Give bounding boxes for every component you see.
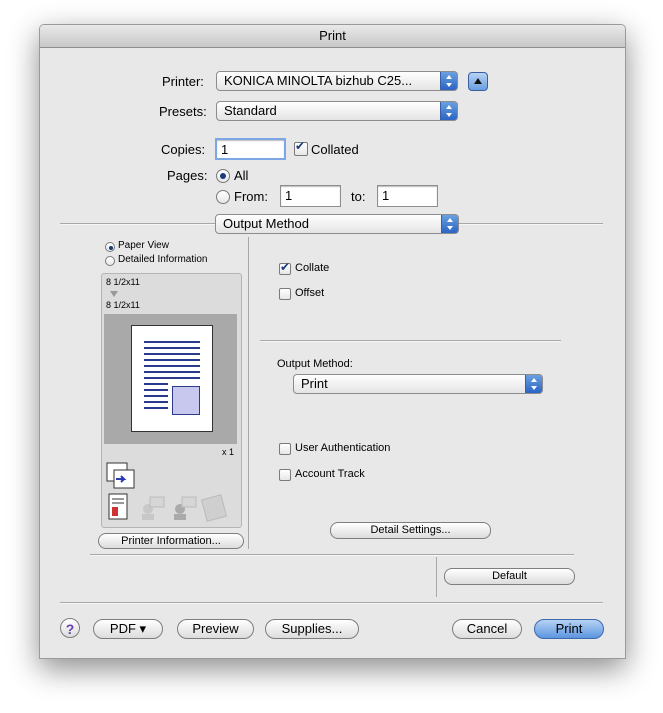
user-authentication-label: User Authentication [295,442,391,454]
copies-input[interactable]: 1 [215,138,286,160]
detail-settings-button[interactable]: Detail Settings... [330,522,491,539]
text-line [144,371,200,373]
paper-preview-area [104,314,237,444]
default-button[interactable]: Default [444,568,575,585]
text-line [144,389,168,391]
section-popup-value: Output Method [223,216,309,231]
user-authentication-checkbox[interactable] [279,443,291,455]
output-method-popup[interactable]: Print [293,374,543,394]
text-line [144,341,200,343]
triangle-up-icon [474,78,482,84]
text-line [144,401,168,403]
text-line [144,377,200,379]
text-line [144,407,168,409]
paper-thumbnail [131,325,213,432]
presets-popup[interactable]: Standard [216,101,458,121]
detailed-info-radio[interactable] [105,256,115,266]
pages-label: Pages: [167,168,208,183]
section-popup[interactable]: Output Method [215,214,459,234]
pages-from-radio[interactable] [216,190,230,204]
window-title: Print [40,25,625,48]
pages-all-label: All [234,168,249,183]
offset-checkbox[interactable] [279,288,291,300]
printer-label: Printer: [162,74,204,89]
output-tray-icon [106,462,135,489]
output-method-value: Print [301,376,328,391]
text-line [144,383,168,385]
output-method-label: Output Method: [277,358,353,370]
collate-checkbox[interactable] [279,260,291,275]
text-line [144,347,200,349]
presets-label: Presets: [159,104,207,119]
bottom-divider [60,602,603,604]
panel-divider [248,237,249,549]
printer-information-button[interactable]: Printer Information... [98,533,244,549]
printer-value: KONICA MINOLTA bizhub C25... [224,73,413,88]
supplies-button[interactable]: Supplies... [265,619,359,639]
pages-to-input[interactable]: 1 [377,185,438,207]
default-divider [436,557,437,597]
paper-size-bottom: 8 1/2x11 [106,300,140,310]
panel-bottom-divider [90,554,574,556]
text-line [144,353,200,355]
image-block [172,386,200,415]
pages-from-label: From: [234,189,268,204]
copies-count: x 1 [222,447,235,457]
paper-view-radio[interactable] [105,242,115,252]
arrow-down-icon [110,291,118,297]
cancel-button[interactable]: Cancel [452,619,522,639]
options-divider [260,340,561,342]
collated-label: Collated [311,142,359,157]
preview-button[interactable]: Preview [177,619,254,639]
printer-popup[interactable]: KONICA MINOLTA bizhub C25... [216,71,458,91]
collapse-button[interactable] [468,72,488,91]
offset-label: Offset [295,287,325,299]
pages-from-input[interactable]: 1 [280,185,341,207]
popup-arrows-icon [440,102,457,120]
paper-size-top: 8 1/2x11 [106,277,140,287]
text-line [144,365,200,367]
preview-panel: 8 1/2x11 8 1/2x11 x 1 [101,273,242,528]
text-line [144,395,168,397]
pages-all-radio[interactable] [216,169,230,183]
detailed-info-label: Detailed Information [118,254,208,265]
print-dialog: Print Printer: KONICA MINOLTA bizhub C25… [39,24,626,659]
paper-view-label: Paper View [118,240,169,251]
popup-arrows-icon [440,72,457,90]
account-track-checkbox[interactable] [279,469,291,481]
collate-label: Collate [295,262,330,274]
popup-arrows-icon [525,375,542,393]
account-track-label: Account Track [295,468,365,480]
print-button[interactable]: Print [534,619,604,639]
copies-label: Copies: [161,142,206,157]
collated-checkbox[interactable] [294,139,308,156]
pages-to-label: to: [351,189,366,204]
pdf-button[interactable]: PDF ▾ [93,619,163,639]
text-line [144,359,200,361]
finishing-icons [108,493,228,522]
help-button[interactable]: ? [60,618,80,638]
presets-value: Standard [224,103,277,118]
popup-arrows-icon [441,215,458,233]
